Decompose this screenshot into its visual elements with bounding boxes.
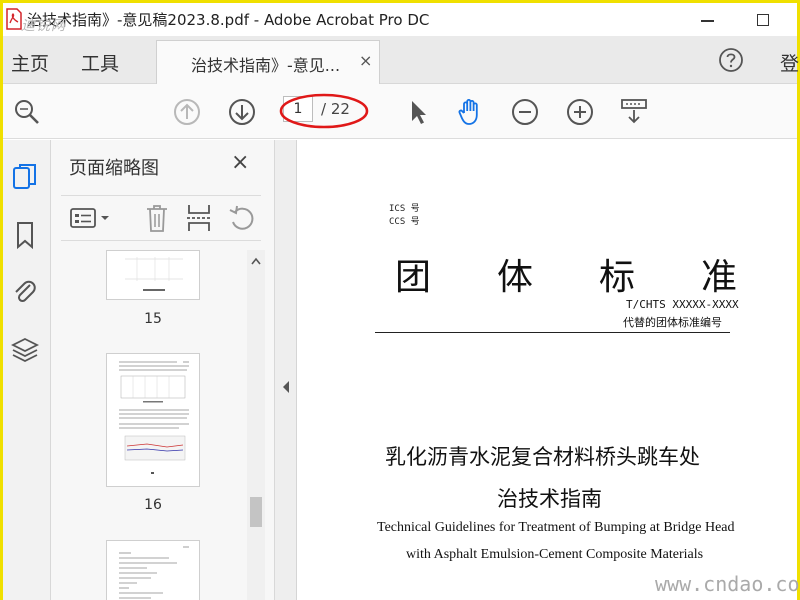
standard-code: T/CHTS XXXXX-XXXX — [626, 298, 739, 311]
search-icon[interactable] — [11, 96, 43, 128]
menu-tools[interactable]: 工具 — [81, 49, 119, 76]
annotation-ellipse — [279, 93, 369, 129]
title-bar: 治技术指南》-意见稿2023.8.pdf - Adobe Acrobat Pro… — [3, 3, 797, 36]
thumbnail-content — [125, 257, 183, 291]
ics-ccs-block: ICS 号 CCS 号 — [389, 203, 420, 229]
maximize-button[interactable] — [748, 6, 778, 34]
toolbar: 1 / 22 — [3, 84, 797, 139]
thumbnail-page-16[interactable] — [106, 353, 200, 487]
page-thumbnails-icon[interactable] — [11, 162, 39, 192]
thumbnail-content — [119, 361, 189, 474]
ics-label: ICS 号 — [389, 204, 420, 214]
menu-tab-bar: 主页 工具 治技术指南》-意见... × 登 — [3, 36, 799, 85]
thumbnail-page-15[interactable] — [106, 250, 200, 300]
scroll-up-icon[interactable] — [250, 256, 262, 266]
hand-tool-icon[interactable] — [455, 96, 487, 128]
ccs-label: CCS 号 — [389, 217, 420, 227]
panel-title: 页面缩略图 — [69, 158, 159, 179]
prev-page-icon[interactable] — [171, 96, 203, 128]
zoom-out-icon[interactable] — [509, 96, 541, 128]
scrollbar-thumb[interactable] — [250, 497, 262, 527]
title-en-line2: with Asphalt Emulsion-Cement Composite M… — [406, 547, 704, 562]
thumbnail-scrollbar[interactable] — [247, 250, 265, 600]
watermark-url: www.cndao.com — [655, 572, 800, 596]
panel-toolbar — [61, 195, 261, 241]
sign-in-link[interactable]: 登 — [780, 49, 799, 76]
panel-collapse-handle[interactable] — [275, 140, 297, 600]
window-title: 治技术指南》-意见稿2023.8.pdf - Adobe Acrobat Pro… — [27, 11, 430, 29]
watermark-text: 迪锐网 — [21, 18, 66, 34]
attachment-icon[interactable] — [11, 276, 39, 306]
menu-home[interactable]: 主页 — [11, 49, 49, 76]
rotate-icon[interactable] — [227, 202, 257, 234]
scroll-mode-icon[interactable] — [618, 96, 650, 128]
panel-close-button[interactable]: × — [231, 150, 249, 175]
navigation-rail — [3, 140, 51, 600]
thumbnail-label: 16 — [144, 497, 162, 513]
extract-icon[interactable] — [185, 202, 213, 234]
divider — [375, 332, 730, 333]
document-tab[interactable]: 治技术指南》-意见... × — [156, 40, 380, 85]
title-cn-line2: 治技术指南 — [497, 487, 602, 511]
document-tab-label: 治技术指南》-意见... — [191, 56, 341, 75]
thumbnail-label: 15 — [144, 311, 162, 327]
delete-icon[interactable] — [143, 202, 171, 234]
document-page: ICS 号 CCS 号 团体标准 T/CHTS XXXXX-XXXX 代替的团体… — [297, 140, 800, 600]
thumbnail-content — [119, 546, 189, 599]
collapse-panel-icon[interactable] — [281, 380, 291, 394]
standard-heading: 团体标准 — [395, 257, 800, 298]
minimize-button[interactable] — [693, 6, 723, 34]
bookmark-icon[interactable] — [11, 220, 39, 250]
help-icon[interactable] — [718, 47, 744, 73]
thumbnail-options-icon[interactable] — [69, 204, 113, 232]
zoom-in-icon[interactable] — [564, 96, 596, 128]
thumbnails-panel: 页面缩略图 × 15 16 — [51, 140, 275, 600]
title-en-line1: Technical Guidelines for Treatment of Bu… — [377, 520, 735, 535]
tab-close-button[interactable]: × — [359, 51, 372, 70]
layers-icon[interactable] — [11, 335, 39, 365]
replace-note: 代替的团体标准编号 — [623, 316, 722, 329]
next-page-icon[interactable] — [226, 96, 258, 128]
select-cursor-icon[interactable] — [401, 96, 433, 128]
title-cn-line1: 乳化沥青水泥复合材料桥头跳车处 — [385, 445, 700, 469]
thumbnail-page-17[interactable] — [106, 540, 200, 600]
